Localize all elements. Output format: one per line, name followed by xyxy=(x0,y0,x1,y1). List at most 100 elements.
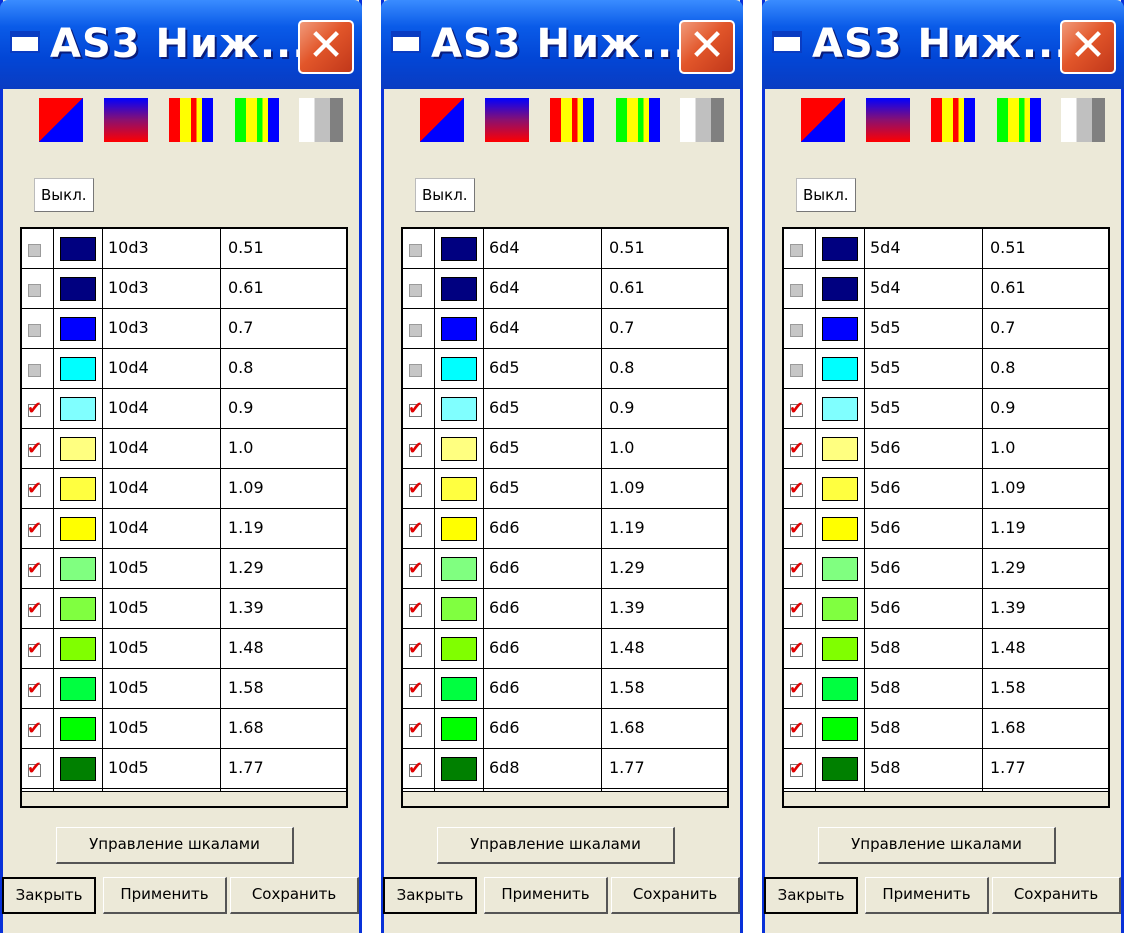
scale-row[interactable]: 10d3 0.51 xyxy=(22,229,346,269)
color-swatch[interactable] xyxy=(441,557,477,581)
color-swatch[interactable] xyxy=(441,597,477,621)
color-swatch[interactable] xyxy=(822,317,858,341)
checkbox-checked[interactable]: ✔ xyxy=(408,479,423,499)
color-swatch[interactable] xyxy=(822,637,858,661)
scale-value[interactable]: 1.09 xyxy=(990,478,1026,497)
color-swatch[interactable] xyxy=(60,277,96,301)
scale-value[interactable]: 0.8 xyxy=(228,358,253,377)
close-window-button[interactable]: ✕ xyxy=(298,20,354,74)
horizontal-scrollbar[interactable] xyxy=(22,791,346,806)
color-swatch[interactable] xyxy=(822,477,858,501)
scale-value[interactable]: 0.8 xyxy=(990,358,1015,377)
manage-scales-button[interactable]: Управление шкалами xyxy=(56,827,294,864)
checkbox-checked[interactable]: ✔ xyxy=(27,759,42,779)
scale-row[interactable]: ✔ 5d6 1.0 xyxy=(784,429,1108,469)
scale-value[interactable]: 1.39 xyxy=(228,598,264,617)
close-button[interactable]: Закрыть xyxy=(383,877,477,914)
scale-row[interactable]: 10d3 0.7 xyxy=(22,309,346,349)
checkbox-unchecked[interactable] xyxy=(28,324,41,337)
color-swatch[interactable] xyxy=(60,637,96,661)
color-swatch[interactable] xyxy=(822,237,858,261)
checkbox-checked[interactable]: ✔ xyxy=(408,599,423,619)
scale-row[interactable]: ✔ 10d5 1.68 xyxy=(22,709,346,749)
scale-value[interactable]: 0.9 xyxy=(609,398,634,417)
color-swatch[interactable] xyxy=(822,757,858,781)
scheme-grayscale-icon[interactable] xyxy=(680,98,724,142)
checkbox-checked[interactable]: ✔ xyxy=(408,639,423,659)
scale-value[interactable]: 1.29 xyxy=(609,558,645,577)
scale-row[interactable]: 6d4 0.61 xyxy=(403,269,727,309)
scale-row[interactable]: ✔ 10d4 0.9 xyxy=(22,389,346,429)
checkbox-checked[interactable]: ✔ xyxy=(408,759,423,779)
scale-value[interactable]: 1.19 xyxy=(990,518,1026,537)
close-window-button[interactable]: ✕ xyxy=(1060,20,1116,74)
scale-row[interactable]: ✔ 5d6 1.19 xyxy=(784,509,1108,549)
horizontal-scrollbar[interactable] xyxy=(403,791,727,806)
scheme-blue-red-gradient-icon[interactable] xyxy=(104,98,148,142)
window-icon[interactable] xyxy=(391,31,421,53)
scheme-green-yellow-blue-stripes-icon[interactable] xyxy=(997,98,1041,142)
scale-value[interactable]: 1.48 xyxy=(228,638,264,657)
checkbox-checked[interactable]: ✔ xyxy=(27,399,42,419)
checkbox-checked[interactable]: ✔ xyxy=(408,399,423,419)
checkbox-unchecked[interactable] xyxy=(790,324,803,337)
color-swatch[interactable] xyxy=(60,477,96,501)
checkbox-checked[interactable]: ✔ xyxy=(408,559,423,579)
color-swatch[interactable] xyxy=(60,237,96,261)
checkbox-checked[interactable]: ✔ xyxy=(789,679,804,699)
scheme-red-blue-diagonal-icon[interactable] xyxy=(420,98,464,142)
scheme-red-yellow-blue-stripes-icon[interactable] xyxy=(931,98,975,142)
scale-row[interactable]: ✔ 5d8 1.58 xyxy=(784,669,1108,709)
color-swatch[interactable] xyxy=(441,757,477,781)
color-swatch[interactable] xyxy=(60,397,96,421)
off-button[interactable]: Выкл. xyxy=(34,178,94,212)
scale-row[interactable]: 6d4 0.51 xyxy=(403,229,727,269)
scale-value[interactable]: 0.7 xyxy=(228,318,253,337)
checkbox-checked[interactable]: ✔ xyxy=(408,679,423,699)
color-swatch[interactable] xyxy=(60,757,96,781)
scale-value[interactable]: 1.48 xyxy=(609,638,645,657)
scale-row[interactable]: ✔ 5d8 1.68 xyxy=(784,709,1108,749)
scale-row[interactable]: ✔ 5d6 1.09 xyxy=(784,469,1108,509)
scale-row[interactable]: 5d5 0.7 xyxy=(784,309,1108,349)
scale-row[interactable]: ✔ 6d8 1.77 xyxy=(403,749,727,789)
checkbox-checked[interactable]: ✔ xyxy=(27,679,42,699)
scale-value[interactable]: 1.09 xyxy=(609,478,645,497)
scale-row[interactable]: ✔ 10d5 1.39 xyxy=(22,589,346,629)
scheme-blue-red-gradient-icon[interactable] xyxy=(485,98,529,142)
scale-value[interactable]: 1.77 xyxy=(228,758,264,777)
checkbox-checked[interactable]: ✔ xyxy=(27,599,42,619)
scale-value[interactable]: 0.9 xyxy=(990,398,1015,417)
checkbox-checked[interactable]: ✔ xyxy=(408,439,423,459)
scale-value[interactable]: 0.51 xyxy=(609,238,645,257)
color-swatch[interactable] xyxy=(441,397,477,421)
save-button[interactable]: Сохранить xyxy=(611,877,740,914)
scheme-blue-red-gradient-icon[interactable] xyxy=(866,98,910,142)
scale-row[interactable]: ✔ 5d6 1.39 xyxy=(784,589,1108,629)
color-swatch[interactable] xyxy=(822,557,858,581)
title-bar[interactable]: AS3 Ниж... ✕ xyxy=(381,0,743,89)
checkbox-checked[interactable]: ✔ xyxy=(408,519,423,539)
checkbox-checked[interactable]: ✔ xyxy=(27,639,42,659)
color-swatch[interactable] xyxy=(60,517,96,541)
checkbox-checked[interactable]: ✔ xyxy=(408,719,423,739)
scale-value[interactable]: 1.29 xyxy=(990,558,1026,577)
scale-row[interactable]: ✔ 6d6 1.58 xyxy=(403,669,727,709)
color-swatch[interactable] xyxy=(441,677,477,701)
manage-scales-button[interactable]: Управление шкалами xyxy=(818,827,1056,864)
scale-value[interactable]: 1.58 xyxy=(990,678,1026,697)
checkbox-checked[interactable]: ✔ xyxy=(789,399,804,419)
scale-value[interactable]: 0.7 xyxy=(990,318,1015,337)
scale-value[interactable]: 0.51 xyxy=(990,238,1026,257)
color-swatch[interactable] xyxy=(822,437,858,461)
color-swatch[interactable] xyxy=(441,517,477,541)
color-swatch[interactable] xyxy=(822,677,858,701)
color-swatch[interactable] xyxy=(60,437,96,461)
scale-row[interactable]: ✔ 10d4 1.0 xyxy=(22,429,346,469)
scale-value[interactable]: 1.68 xyxy=(990,718,1026,737)
color-swatch[interactable] xyxy=(822,517,858,541)
color-swatch[interactable] xyxy=(60,597,96,621)
scale-value[interactable]: 1.39 xyxy=(990,598,1026,617)
scale-value[interactable]: 1.58 xyxy=(609,678,645,697)
checkbox-checked[interactable]: ✔ xyxy=(789,519,804,539)
